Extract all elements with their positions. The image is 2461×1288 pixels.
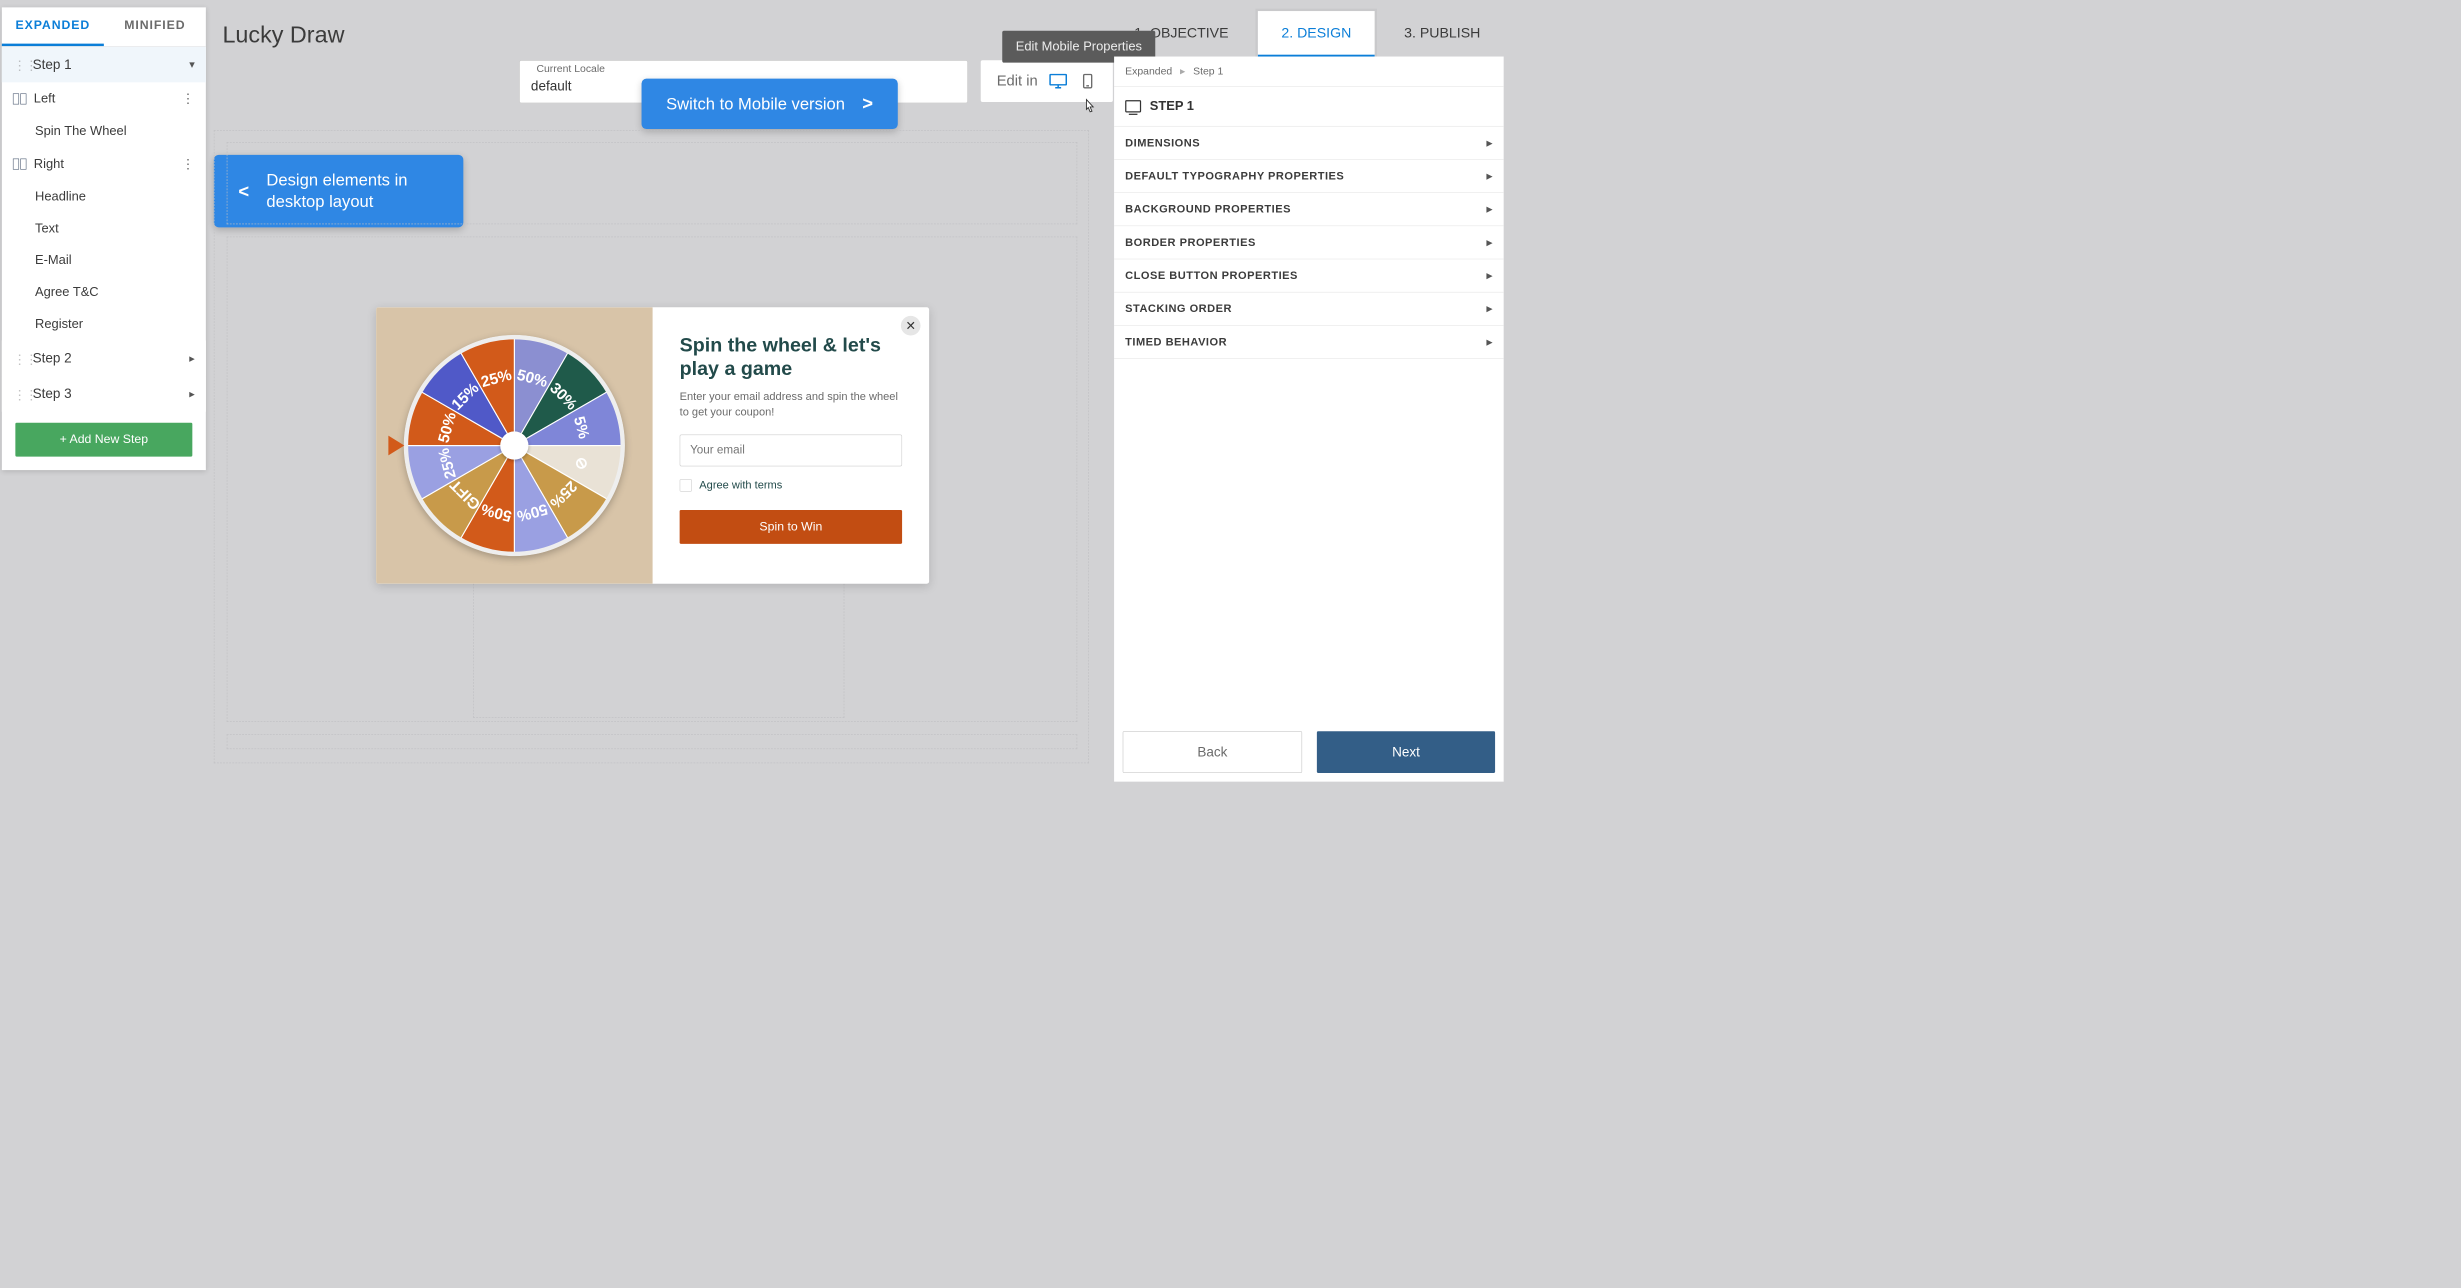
- step-3-label: Step 3: [33, 386, 72, 402]
- workflow-steps: 1. OBJECTIVE 2. DESIGN 3. PUBLISH: [1111, 11, 1504, 58]
- tree-item-headline[interactable]: Headline: [2, 181, 206, 213]
- wheel-pointer-icon: [388, 436, 404, 456]
- canvas-slot-bottom[interactable]: [227, 734, 1077, 749]
- callout-text: Switch to Mobile version: [666, 94, 845, 113]
- spin-button[interactable]: Spin to Win: [680, 510, 902, 544]
- step-1-label: Step 1: [33, 57, 72, 73]
- section-left-label: Left: [34, 92, 56, 107]
- row-stacking[interactable]: STACKING ORDER ▸: [1114, 293, 1504, 326]
- desktop-icon[interactable]: [1049, 74, 1067, 89]
- edit-in-toolbar: Edit in: [981, 60, 1113, 102]
- tree-section-left[interactable]: Left ⋮: [2, 82, 206, 115]
- tree-item-register[interactable]: Register: [2, 308, 206, 340]
- row-dimensions[interactable]: DIMENSIONS ▸: [1114, 127, 1504, 160]
- chevron-right-icon: ▸: [1487, 203, 1493, 216]
- step-2-label: Step 2: [33, 350, 72, 366]
- row-label: BACKGROUND PROPERTIES: [1125, 203, 1291, 216]
- chevron-right-icon: ▸: [1487, 136, 1493, 149]
- close-button[interactable]: ✕: [901, 316, 921, 336]
- row-label: CLOSE BUTTON PROPERTIES: [1125, 269, 1298, 282]
- row-label: STACKING ORDER: [1125, 302, 1232, 315]
- tab-expanded[interactable]: EXPANDED: [2, 7, 104, 46]
- row-label: TIMED BEHAVIOR: [1125, 336, 1227, 349]
- row-label: DIMENSIONS: [1125, 136, 1200, 149]
- agree-row[interactable]: Agree with terms: [680, 479, 902, 492]
- step-publish[interactable]: 3. PUBLISH: [1381, 11, 1504, 58]
- row-background[interactable]: BACKGROUND PROPERTIES ▸: [1114, 193, 1504, 226]
- callout-switch-mobile: Switch to Mobile version >: [642, 79, 898, 129]
- canvas-slot-top[interactable]: [227, 142, 1077, 224]
- panel-step-label: STEP 1: [1150, 99, 1194, 114]
- chevron-right-icon: ▸: [189, 352, 195, 365]
- chevron-right-icon: ▸: [1487, 336, 1493, 349]
- row-close-button[interactable]: CLOSE BUTTON PROPERTIES ▸: [1114, 259, 1504, 292]
- panel-step-header: STEP 1: [1114, 87, 1504, 127]
- sidebar-tabs: EXPANDED MINIFIED: [2, 7, 206, 46]
- drag-handle-icon[interactable]: [13, 58, 27, 72]
- locale-label: Current Locale: [534, 63, 607, 75]
- step-1-header[interactable]: Step 1 ▾: [2, 47, 206, 83]
- arrow-right-icon: >: [862, 93, 873, 114]
- kebab-icon[interactable]: ⋮: [181, 156, 195, 172]
- chevron-right-icon: ▸: [189, 387, 195, 400]
- tree-item-agree[interactable]: Agree T&C: [2, 277, 206, 309]
- breadcrumb-separator: ▸: [1180, 65, 1185, 77]
- tree-item-spin-the-wheel[interactable]: Spin The Wheel: [2, 116, 206, 148]
- tree-section-right[interactable]: Right ⋮: [2, 147, 206, 180]
- step-design[interactable]: 2. DESIGN: [1258, 11, 1375, 58]
- step-2-header[interactable]: Step 2 ▸: [2, 340, 206, 376]
- section-right-label: Right: [34, 157, 64, 172]
- edit-in-label: Edit in: [997, 73, 1038, 90]
- back-button[interactable]: Back: [1123, 731, 1302, 773]
- step-3-header[interactable]: Step 3 ▸: [2, 376, 206, 412]
- chevron-right-icon: ▸: [1487, 302, 1493, 315]
- page-title: Lucky Draw: [222, 22, 344, 48]
- popup-form-panel: ✕ Spin the wheel & let's play a game Ent…: [653, 307, 930, 584]
- chevron-down-icon: ▾: [189, 58, 195, 71]
- row-typography[interactable]: DEFAULT TYPOGRAPHY PROPERTIES ▸: [1114, 160, 1504, 193]
- tab-minified[interactable]: MINIFIED: [104, 7, 206, 46]
- popup-preview: 50%30%5%⊘25%50%50%GIFT25%50%15%25% ✕ Spi…: [376, 307, 929, 584]
- left-sidebar: EXPANDED MINIFIED Step 1 ▾ Left ⋮ Spin T…: [2, 7, 206, 470]
- row-label: DEFAULT TYPOGRAPHY PROPERTIES: [1125, 170, 1344, 183]
- desktop-icon: [1125, 100, 1141, 112]
- breadcrumb-b[interactable]: Step 1: [1193, 65, 1223, 77]
- drag-handle-icon[interactable]: [13, 351, 27, 365]
- breadcrumb: Expanded ▸ Step 1: [1114, 57, 1504, 87]
- columns-icon: [13, 159, 27, 170]
- row-label: BORDER PROPERTIES: [1125, 236, 1256, 249]
- drag-handle-icon[interactable]: [13, 387, 27, 401]
- email-input[interactable]: [680, 435, 902, 467]
- chevron-right-icon: ▸: [1487, 170, 1493, 183]
- columns-icon: [13, 93, 27, 104]
- tree-item-email[interactable]: E-Mail: [2, 245, 206, 277]
- popup-subtext: Enter your email address and spin the wh…: [680, 389, 902, 420]
- add-step-button[interactable]: + Add New Step: [15, 423, 192, 457]
- tree-item-text[interactable]: Text: [2, 213, 206, 245]
- panel-footer: Back Next: [1123, 731, 1495, 773]
- popup-wheel-panel: 50%30%5%⊘25%50%50%GIFT25%50%15%25%: [376, 307, 653, 584]
- chevron-right-icon: ▸: [1487, 269, 1493, 282]
- chevron-right-icon: ▸: [1487, 236, 1493, 249]
- breadcrumb-a[interactable]: Expanded: [1125, 65, 1172, 77]
- mobile-icon[interactable]: [1078, 74, 1096, 89]
- next-button[interactable]: Next: [1317, 731, 1495, 773]
- wheel-hub: [500, 431, 528, 459]
- properties-panel: Expanded ▸ Step 1 STEP 1 DIMENSIONS ▸ DEF…: [1114, 57, 1504, 782]
- kebab-icon[interactable]: ⋮: [181, 91, 195, 107]
- row-border[interactable]: BORDER PROPERTIES ▸: [1114, 226, 1504, 259]
- row-timed[interactable]: TIMED BEHAVIOR ▸: [1114, 326, 1504, 359]
- popup-headline: Spin the wheel & let's play a game: [680, 333, 902, 380]
- agree-label: Agree with terms: [699, 479, 782, 492]
- checkbox[interactable]: [680, 479, 692, 491]
